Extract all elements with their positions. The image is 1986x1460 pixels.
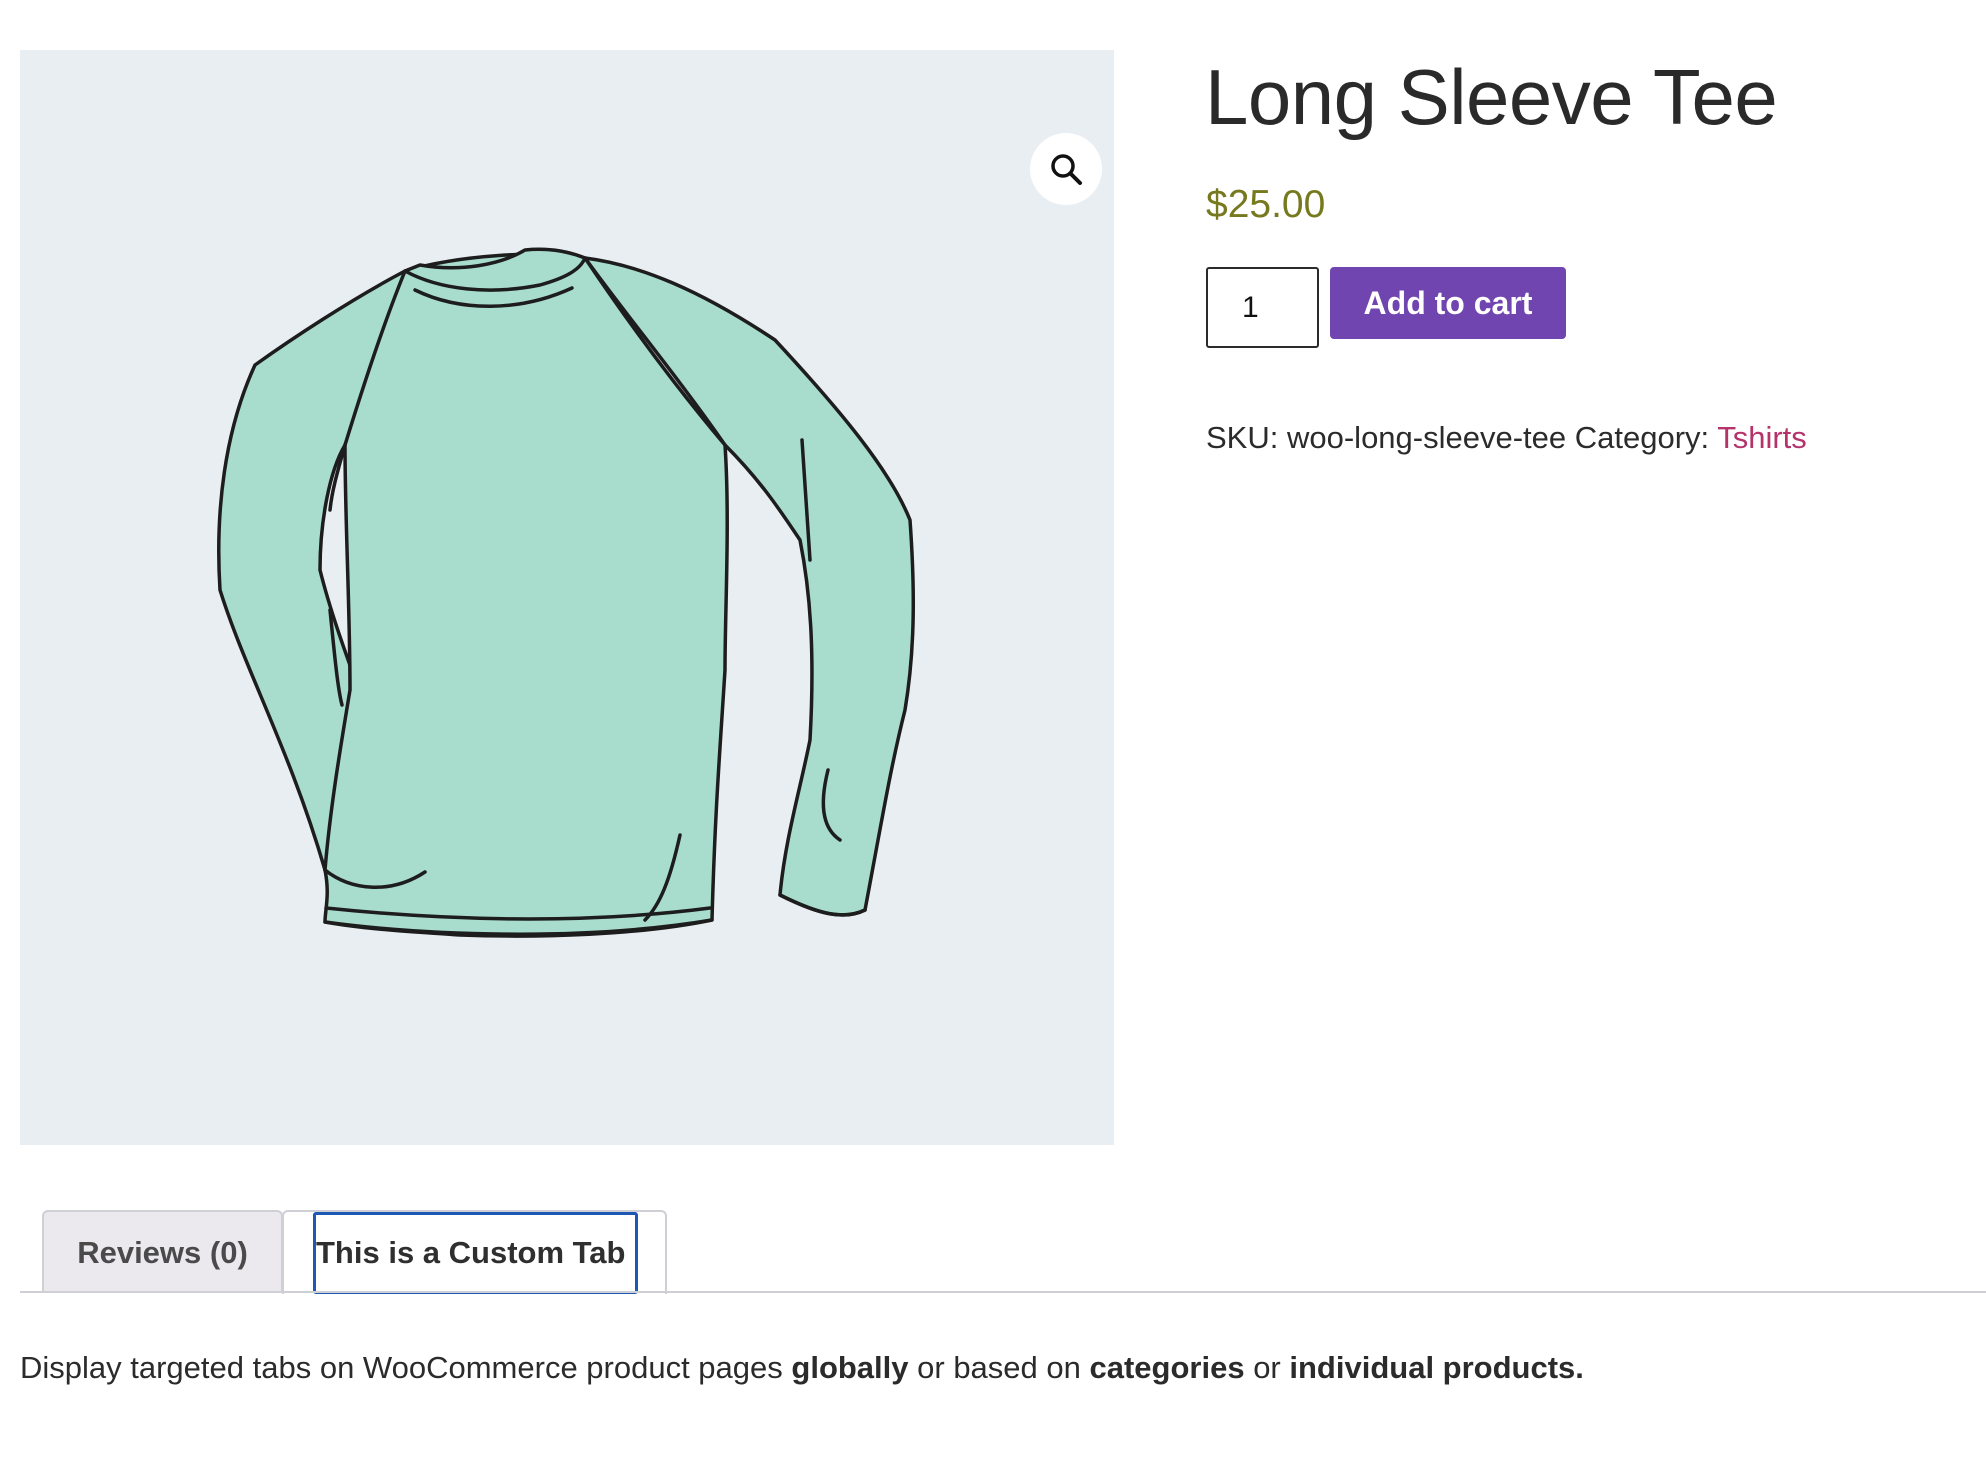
zoom-button[interactable]	[1030, 133, 1102, 205]
add-to-cart-button[interactable]: Add to cart	[1330, 267, 1566, 339]
category-label: Category:	[1574, 420, 1710, 455]
tab-reviews[interactable]: Reviews (0)	[42, 1210, 283, 1292]
panel-bold-globally: globally	[791, 1350, 909, 1385]
category-link[interactable]: Tshirts	[1717, 420, 1807, 455]
quantity-input[interactable]	[1206, 267, 1319, 348]
panel-bold-individual-products: individual products.	[1289, 1350, 1584, 1385]
tabs-divider	[20, 1291, 1986, 1293]
long-sleeve-tee-image	[217, 247, 916, 938]
product-price: $25.00	[1206, 183, 1326, 226]
tab-custom-label: This is a Custom Tab	[313, 1212, 638, 1294]
panel-text-2: or based on	[908, 1350, 1090, 1385]
sku-value: woo-long-sleeve-tee	[1286, 420, 1567, 455]
product-title: Long Sleeve Tee	[1205, 53, 1778, 141]
sku-label: SKU:	[1206, 420, 1279, 455]
panel-bold-categories: categories	[1089, 1350, 1245, 1385]
panel-text-3: or	[1244, 1350, 1290, 1385]
tab-custom[interactable]: This is a Custom Tab	[282, 1210, 667, 1294]
panel-text-1: Display targeted tabs on WooCommerce pro…	[20, 1350, 792, 1385]
tab-panel-content: Display targeted tabs on WooCommerce pro…	[20, 1350, 1584, 1386]
magnifier-icon	[1051, 154, 1082, 185]
product-meta: SKU: woo-long-sleeve-tee Category: Tshir…	[1206, 420, 1807, 456]
product-summary: Long Sleeve Tee	[1205, 53, 1965, 141]
product-image-gallery[interactable]	[20, 50, 1114, 1145]
